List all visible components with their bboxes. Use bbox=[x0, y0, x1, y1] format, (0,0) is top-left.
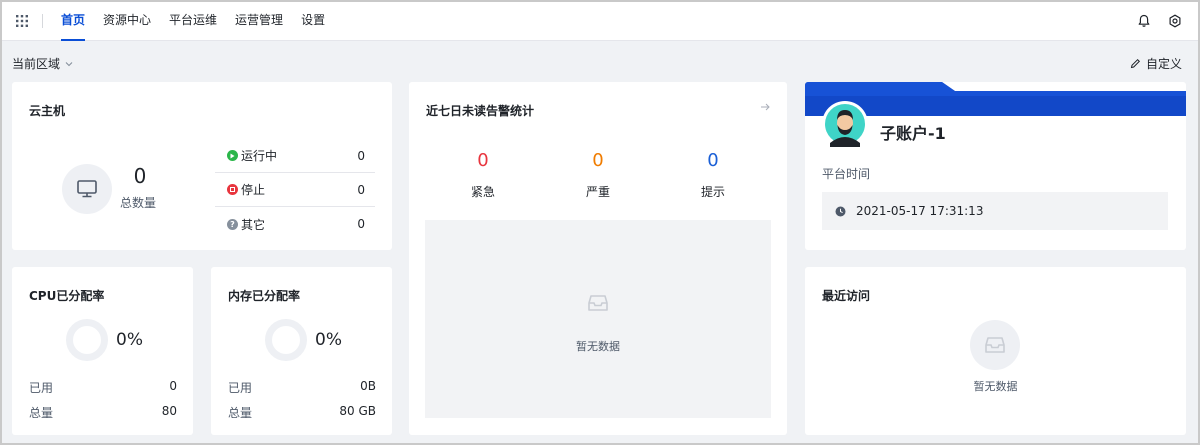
play-icon bbox=[227, 150, 238, 161]
alert-empty-state: 暂无数据 bbox=[425, 220, 771, 418]
account-card: 子账户-1 平台时间 2021-05-17 17:31:13 bbox=[805, 82, 1186, 250]
memory-total-value: 80 GB bbox=[339, 404, 376, 418]
alert-major-label: 严重 bbox=[585, 185, 610, 199]
platform-time-box: 2021-05-17 17:31:13 bbox=[822, 192, 1168, 230]
inbox-icon bbox=[985, 337, 1005, 353]
inbox-icon bbox=[588, 295, 608, 311]
alert-info-count: 0 bbox=[707, 150, 719, 171]
customize-label: 自定义 bbox=[1145, 57, 1182, 71]
memory-total-label: 总量 bbox=[228, 406, 253, 420]
platform-time-value: 2021-05-17 17:31:13 bbox=[856, 204, 984, 218]
memory-used-row: 已用 0B bbox=[228, 379, 376, 396]
question-icon: ? bbox=[227, 218, 238, 230]
cpu-ring-chart bbox=[66, 319, 108, 361]
nav-item-platform-ops[interactable]: 平台运维 bbox=[160, 2, 226, 41]
monitor-icon-badge bbox=[62, 164, 112, 214]
host-total-label: 总数量 bbox=[120, 196, 157, 210]
edit-icon bbox=[1130, 58, 1140, 69]
alert-stats-card: 近七日未读告警统计 0 紧急 0 严重 0 提示 暂无数据 bbox=[409, 82, 787, 435]
monitor-icon bbox=[77, 180, 97, 198]
status-value: 0 bbox=[357, 182, 365, 197]
status-value: 0 bbox=[357, 217, 365, 231]
cpu-allocation-title: CPU已分配率 bbox=[29, 289, 105, 303]
main-nav: 首页 资源中心 平台运维 运营管理 设置 bbox=[52, 2, 334, 41]
status-row-other[interactable]: ? 其它 0 bbox=[215, 207, 375, 241]
cpu-used-row: 已用 0 bbox=[29, 379, 177, 396]
memory-allocation-card: 内存已分配率 0% 已用 0B 总量 80 GB bbox=[211, 267, 392, 435]
grid-icon[interactable] bbox=[16, 15, 28, 27]
avatar bbox=[822, 101, 868, 147]
cpu-total-row: 总量 80 bbox=[29, 404, 177, 421]
memory-used-label: 已用 bbox=[228, 381, 253, 395]
cpu-used-label: 已用 bbox=[29, 381, 54, 395]
customize-button[interactable]: 自定义 bbox=[1130, 55, 1182, 72]
recent-visits-card: 最近访问 暂无数据 bbox=[805, 267, 1186, 435]
cloud-host-card: 云主机 0 总数量 运行中 0 停止 0 ? 其它 0 bbox=[12, 82, 392, 250]
cpu-total-value: 80 bbox=[161, 404, 177, 418]
status-row-stopped[interactable]: 停止 0 bbox=[215, 173, 375, 207]
memory-allocation-title: 内存已分配率 bbox=[228, 289, 301, 303]
memory-used-value: 0B bbox=[360, 379, 376, 393]
memory-total-row: 总量 80 GB bbox=[228, 404, 376, 421]
cpu-total-label: 总量 bbox=[29, 406, 54, 420]
clock-icon bbox=[835, 206, 846, 216]
nav-item-home[interactable]: 首页 bbox=[52, 2, 94, 41]
cpu-used-value: 0 bbox=[169, 379, 177, 393]
top-navigation-bar: 首页 资源中心 平台运维 运营管理 设置 bbox=[2, 2, 1198, 41]
account-name: 子账户-1 bbox=[880, 124, 946, 143]
gear-icon[interactable] bbox=[1168, 14, 1182, 28]
alert-stats-title: 近七日未读告警统计 bbox=[426, 104, 535, 118]
nav-item-resource-center[interactable]: 资源中心 bbox=[94, 2, 160, 41]
platform-time-label: 平台时间 bbox=[822, 167, 871, 181]
alert-info-label: 提示 bbox=[700, 185, 725, 199]
alert-critical-count: 0 bbox=[477, 150, 489, 171]
status-label: 运行中 bbox=[241, 149, 278, 163]
alert-empty-text: 暂无数据 bbox=[576, 340, 620, 353]
chevron-down-icon bbox=[65, 61, 73, 66]
recent-empty-text: 暂无数据 bbox=[973, 380, 1018, 393]
status-row-running[interactable]: 运行中 0 bbox=[215, 139, 375, 173]
status-label: 停止 bbox=[241, 183, 266, 197]
recent-empty-badge bbox=[970, 320, 1020, 370]
stop-icon bbox=[227, 184, 238, 195]
cpu-allocation-card: CPU已分配率 0% 已用 0 总量 80 bbox=[12, 267, 193, 435]
arrow-right-icon[interactable] bbox=[759, 101, 771, 113]
cloud-host-title: 云主机 bbox=[29, 104, 66, 118]
nav-divider bbox=[42, 14, 43, 28]
nav-item-settings[interactable]: 设置 bbox=[292, 2, 334, 41]
alert-critical-label: 紧急 bbox=[470, 185, 495, 199]
memory-ring-chart bbox=[265, 319, 307, 361]
status-value: 0 bbox=[357, 148, 365, 163]
recent-visits-title: 最近访问 bbox=[822, 289, 871, 303]
region-selector[interactable]: 当前区域 bbox=[12, 55, 74, 72]
nav-item-operations-management[interactable]: 运营管理 bbox=[226, 2, 292, 41]
region-label: 当前区域 bbox=[12, 57, 61, 71]
bell-icon[interactable] bbox=[1137, 14, 1151, 28]
host-total-count: 0 bbox=[133, 164, 147, 188]
memory-percent: 0% bbox=[315, 330, 342, 350]
alert-major-count: 0 bbox=[592, 150, 604, 171]
cpu-percent: 0% bbox=[116, 330, 143, 350]
status-label: 其它 bbox=[241, 217, 266, 232]
